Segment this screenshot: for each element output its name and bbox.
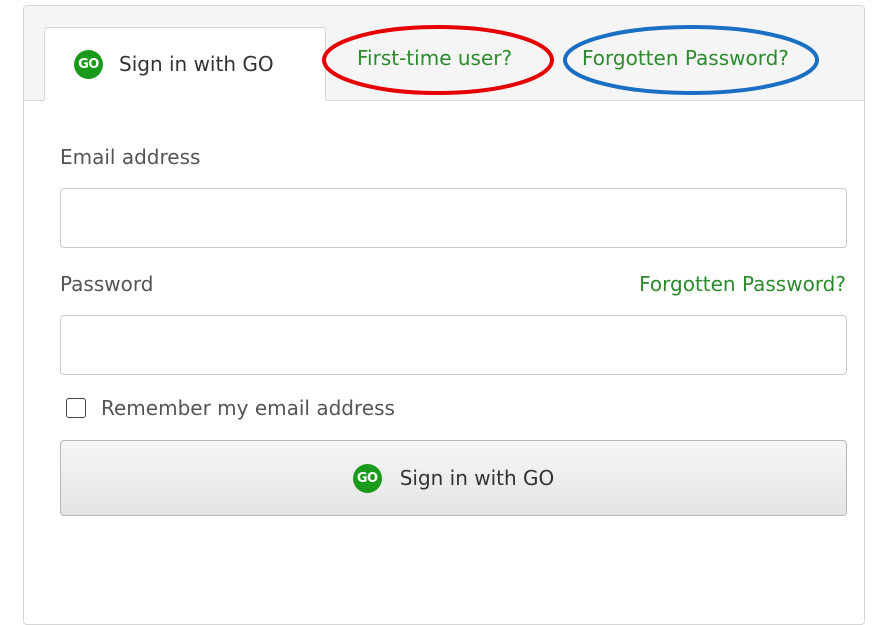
remember-email-checkbox[interactable]	[66, 398, 86, 418]
forgotten-password-link[interactable]: Forgotten Password?	[639, 272, 846, 296]
email-input[interactable]	[60, 188, 847, 248]
email-label: Email address	[60, 145, 201, 169]
go-logo-icon: GO	[352, 463, 382, 493]
remember-email-row[interactable]: Remember my email address	[66, 396, 395, 420]
tab-forgotten-password[interactable]: Forgotten Password?	[582, 46, 789, 70]
password-input[interactable]	[60, 315, 847, 375]
tab-sign-in-with-go[interactable]: GO Sign in with GO	[44, 27, 326, 101]
sign-in-panel: GO Sign in with GO First-time user? Forg…	[23, 5, 865, 625]
tab-forgotten-label: Forgotten Password?	[582, 46, 789, 70]
password-label: Password	[60, 272, 154, 296]
tab-sign-in-label: Sign in with GO	[119, 52, 274, 76]
tab-first-time-user[interactable]: First-time user?	[357, 46, 512, 70]
tab-first-time-label: First-time user?	[357, 46, 513, 70]
remember-email-label: Remember my email address	[101, 396, 395, 420]
sign-in-button-label: Sign in with GO	[399, 466, 555, 490]
tab-strip: GO Sign in with GO First-time user? Forg…	[24, 6, 864, 101]
go-logo-icon: GO	[74, 49, 103, 79]
sign-in-button[interactable]: GO Sign in with GO	[60, 440, 847, 516]
